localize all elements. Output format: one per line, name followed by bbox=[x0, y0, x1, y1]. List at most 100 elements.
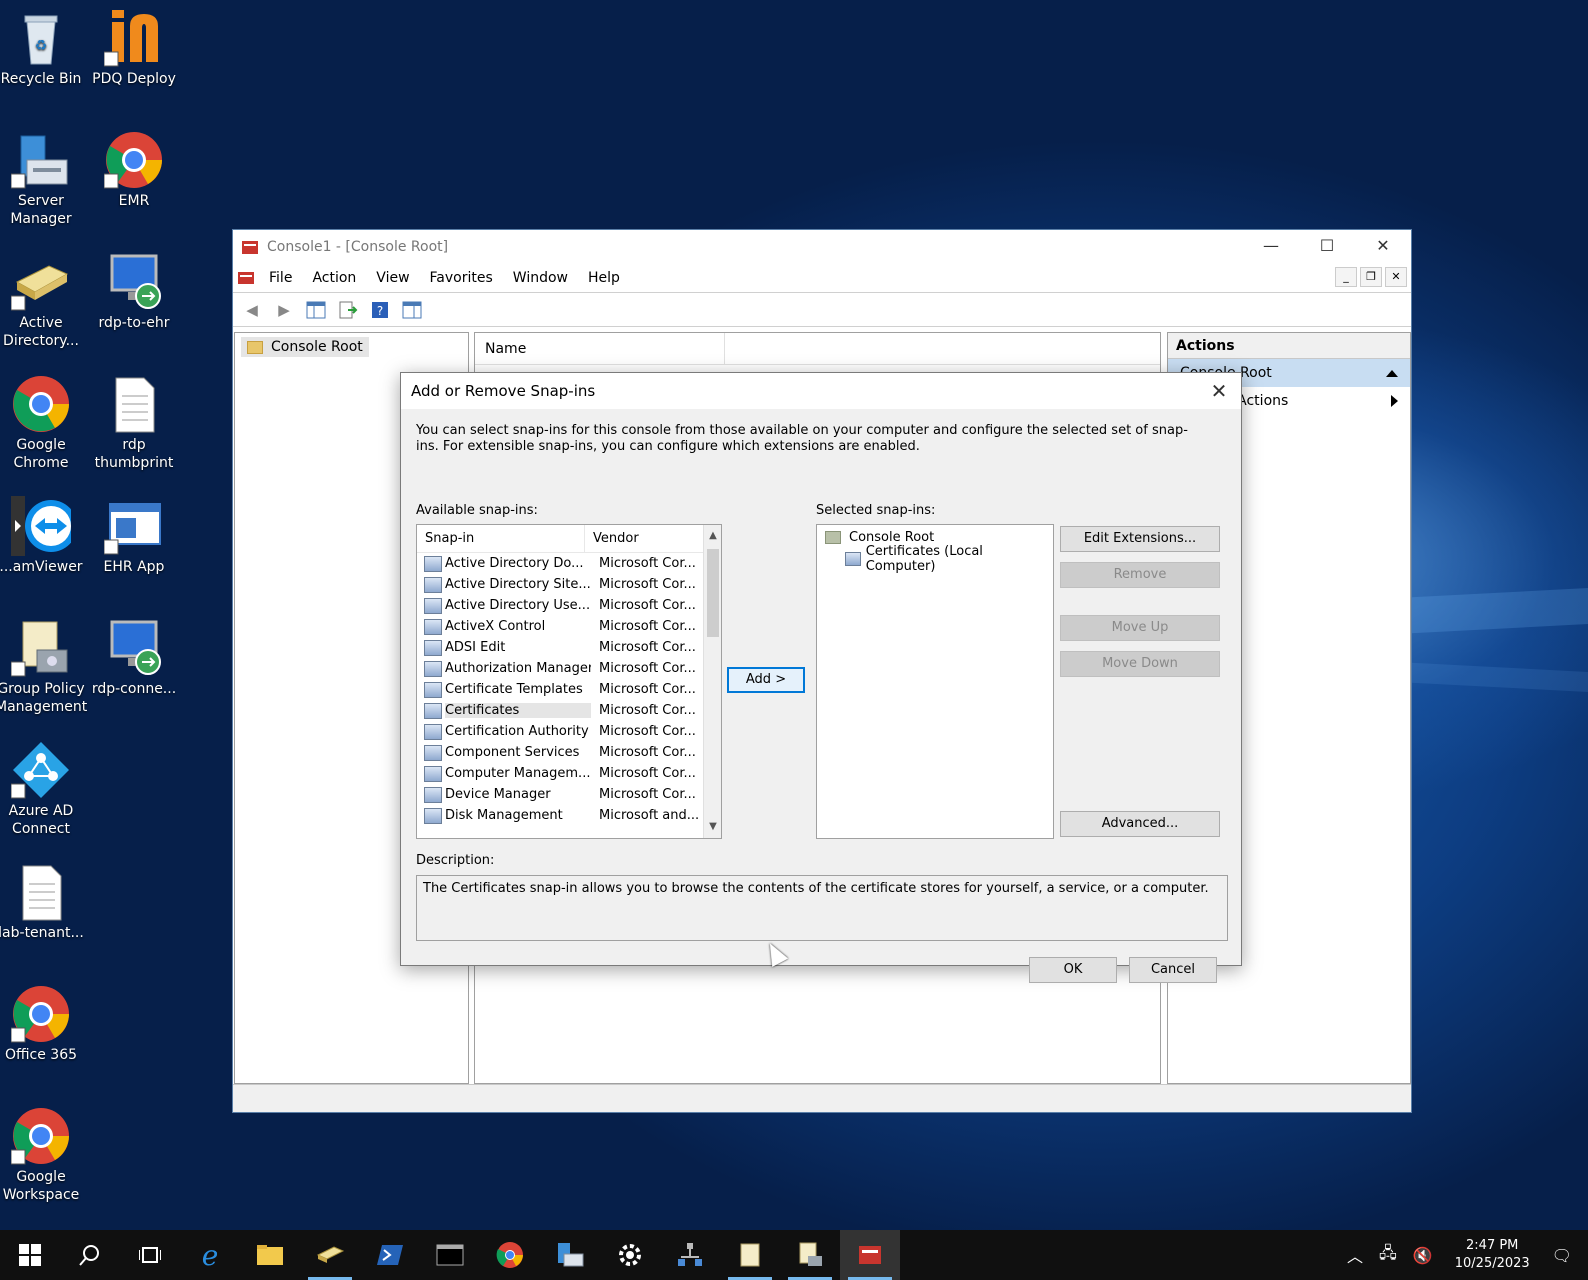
dialog-title-bar[interactable]: Add or Remove Snap-ins ✕ bbox=[401, 373, 1241, 409]
menu-favorites[interactable]: Favorites bbox=[420, 270, 503, 286]
menu-help[interactable]: Help bbox=[578, 270, 630, 286]
desktop-icon-label: ...amViewer bbox=[0, 559, 83, 575]
internet-explorer-icon[interactable]: e bbox=[180, 1230, 240, 1280]
help-icon[interactable]: ? bbox=[367, 298, 393, 322]
network-tray-icon[interactable]: 🖧 bbox=[1371, 1242, 1405, 1269]
maximize-icon[interactable]: ☐ bbox=[1299, 230, 1355, 262]
mdi-close-icon[interactable]: ✕ bbox=[1385, 267, 1407, 287]
desktop-icon-rdp-to-ehr[interactable]: rdp-to-ehr bbox=[88, 252, 180, 332]
file-explorer-icon[interactable] bbox=[240, 1230, 300, 1280]
desktop-icon-ehr-app[interactable]: EHR App bbox=[88, 496, 180, 576]
clock[interactable]: 2:47 PM 10/25/2023 bbox=[1441, 1237, 1544, 1273]
move-down-button[interactable]: Move Down bbox=[1060, 651, 1220, 677]
selected-item-certificates[interactable]: Certificates (Local Computer) bbox=[817, 544, 1053, 574]
advanced-button[interactable]: Advanced... bbox=[1060, 811, 1220, 837]
cancel-button[interactable]: Cancel bbox=[1129, 957, 1217, 983]
desktop-icon-azure-ad[interactable]: Azure AD Connect bbox=[0, 740, 87, 838]
column-header-vendor[interactable]: Vendor bbox=[585, 525, 639, 552]
snapin-row[interactable]: ADSI Edit Microsoft Cor... bbox=[417, 637, 721, 658]
menu-view[interactable]: View bbox=[366, 270, 419, 286]
column-header-snapin[interactable]: Snap-in bbox=[417, 525, 585, 552]
snapin-vendor: Microsoft Cor... bbox=[599, 661, 696, 676]
column-header-name[interactable]: Name bbox=[475, 333, 725, 364]
desktop-icon-teamviewer[interactable]: ...amViewer bbox=[0, 496, 87, 576]
task-view-icon[interactable] bbox=[120, 1230, 180, 1280]
dialog-close-icon[interactable]: ✕ bbox=[1205, 377, 1233, 405]
available-snapins-label: Available snap-ins: bbox=[416, 503, 538, 518]
snapin-row[interactable]: Device Manager Microsoft Cor... bbox=[417, 784, 721, 805]
back-arrow-icon[interactable]: ◀ bbox=[239, 298, 265, 322]
show-hidden-icons-chevron-icon[interactable]: ︿ bbox=[1339, 1243, 1371, 1267]
available-list-scrollbar[interactable]: ▲ ▼ bbox=[703, 525, 721, 838]
snapin-row[interactable]: Computer Managem... Microsoft Cor... bbox=[417, 763, 721, 784]
volume-muted-icon[interactable]: 🔇 bbox=[1405, 1246, 1441, 1265]
desktop-icon-emr[interactable]: EMR bbox=[88, 130, 180, 210]
desktop-icon-lab-tenant[interactable]: lab-tenant... bbox=[0, 862, 87, 942]
scroll-down-icon[interactable]: ▼ bbox=[704, 818, 721, 836]
server-manager-taskbar-icon[interactable] bbox=[540, 1230, 600, 1280]
mdi-restore-icon[interactable]: ❐ bbox=[1360, 267, 1382, 287]
desktop-icon-label: Active Directory... bbox=[3, 315, 79, 349]
start-windows-icon[interactable] bbox=[0, 1230, 60, 1280]
desktop-icon-rdp-thumbprint[interactable]: rdp thumbprint bbox=[88, 374, 180, 472]
remove-button[interactable]: Remove bbox=[1060, 562, 1220, 588]
collapse-arrow-icon[interactable] bbox=[1386, 370, 1398, 377]
notifications-icon[interactable]: 🗨 bbox=[1544, 1246, 1588, 1265]
snapin-vendor: Microsoft Cor... bbox=[599, 745, 696, 760]
snapin-row[interactable]: Authorization Manager Microsoft Cor... bbox=[417, 658, 721, 679]
group-policy-taskbar-icon[interactable] bbox=[780, 1230, 840, 1280]
show-hide-action-pane-icon[interactable] bbox=[399, 298, 425, 322]
snapin-row[interactable]: Active Directory Use... Microsoft Cor... bbox=[417, 595, 721, 616]
desktop-icon-office-365[interactable]: Office 365 bbox=[0, 984, 87, 1064]
scroll-thumb[interactable] bbox=[707, 549, 719, 637]
snapin-row[interactable]: Certification Authority Microsoft Cor... bbox=[417, 721, 721, 742]
desktop-icon-google-chrome[interactable]: Google Chrome bbox=[0, 374, 87, 472]
snapin-row[interactable]: ActiveX Control Microsoft Cor... bbox=[417, 616, 721, 637]
command-prompt-icon[interactable] bbox=[420, 1230, 480, 1280]
desktop-icon-google-workspace[interactable]: Google Workspace bbox=[0, 1106, 87, 1204]
scroll-up-icon[interactable]: ▲ bbox=[704, 527, 721, 545]
snapin-vendor: Microsoft Cor... bbox=[599, 577, 696, 592]
settings-gear-icon[interactable] bbox=[600, 1230, 660, 1280]
minimize-icon[interactable]: — bbox=[1243, 230, 1299, 262]
desktop-icon-rdp-conne[interactable]: rdp-conne... bbox=[88, 618, 180, 698]
snapin-row[interactable]: Active Directory Do... Microsoft Cor... bbox=[417, 553, 721, 574]
available-snapins-list[interactable]: Snap-in Vendor Active Directory Do... Mic… bbox=[416, 524, 722, 839]
network-icon[interactable] bbox=[660, 1230, 720, 1280]
ok-button[interactable]: OK bbox=[1029, 957, 1117, 983]
dialog-body: You can select snap-ins for this console… bbox=[401, 409, 1241, 983]
desktop-icon-group-policy[interactable]: Group Policy Management bbox=[0, 618, 87, 716]
add-button[interactable]: Add > bbox=[727, 667, 805, 693]
menu-window[interactable]: Window bbox=[503, 270, 578, 286]
selected-snapins-tree[interactable]: Console Root Certificates (Local Compute… bbox=[816, 524, 1054, 839]
snapin-row[interactable]: Disk Management Microsoft and... bbox=[417, 805, 721, 826]
snapin-row[interactable]: Certificate Templates Microsoft Cor... bbox=[417, 679, 721, 700]
menu-action[interactable]: Action bbox=[302, 270, 366, 286]
desktop-icon-pdq-deploy[interactable]: PDQ Deploy bbox=[88, 8, 180, 88]
console-menu-icon[interactable] bbox=[237, 270, 255, 286]
powershell-icon[interactable] bbox=[360, 1230, 420, 1280]
mdi-minimize-icon[interactable]: _ bbox=[1335, 267, 1357, 287]
mmc-taskbar-icon[interactable] bbox=[840, 1230, 900, 1280]
snapin-row[interactable]: Component Services Microsoft Cor... bbox=[417, 742, 721, 763]
desktop-icon-recycle-bin[interactable]: ♻ Recycle Bin bbox=[0, 8, 87, 88]
search-icon[interactable] bbox=[60, 1230, 120, 1280]
forward-arrow-icon[interactable]: ▶ bbox=[271, 298, 297, 322]
tree-item-console-root[interactable]: Console Root bbox=[241, 337, 369, 357]
edit-extensions-button[interactable]: Edit Extensions... bbox=[1060, 526, 1220, 552]
desktop-icon-server-manager[interactable]: Server Manager bbox=[0, 130, 87, 228]
move-up-button[interactable]: Move Up bbox=[1060, 615, 1220, 641]
active-directory-taskbar-icon[interactable] bbox=[300, 1230, 360, 1280]
notepad-taskbar-icon[interactable] bbox=[720, 1230, 780, 1280]
show-hide-tree-icon[interactable] bbox=[303, 298, 329, 322]
chrome-taskbar-icon[interactable] bbox=[480, 1230, 540, 1280]
mmc-title-bar[interactable]: Console1 - [Console Root] bbox=[233, 230, 1411, 263]
export-list-icon[interactable] bbox=[335, 298, 361, 322]
snapin-row[interactable]: Active Directory Site... Microsoft Cor... bbox=[417, 574, 721, 595]
menu-file[interactable]: File bbox=[259, 270, 302, 286]
desktop-icon-active-directory[interactable]: Active Directory... bbox=[0, 252, 87, 350]
snapin-row[interactable]: Certificates Microsoft Cor... bbox=[417, 700, 721, 721]
snapin-name: Active Directory Site... bbox=[445, 577, 591, 592]
close-icon[interactable]: ✕ bbox=[1355, 230, 1411, 262]
app-window-icon bbox=[103, 496, 164, 556]
